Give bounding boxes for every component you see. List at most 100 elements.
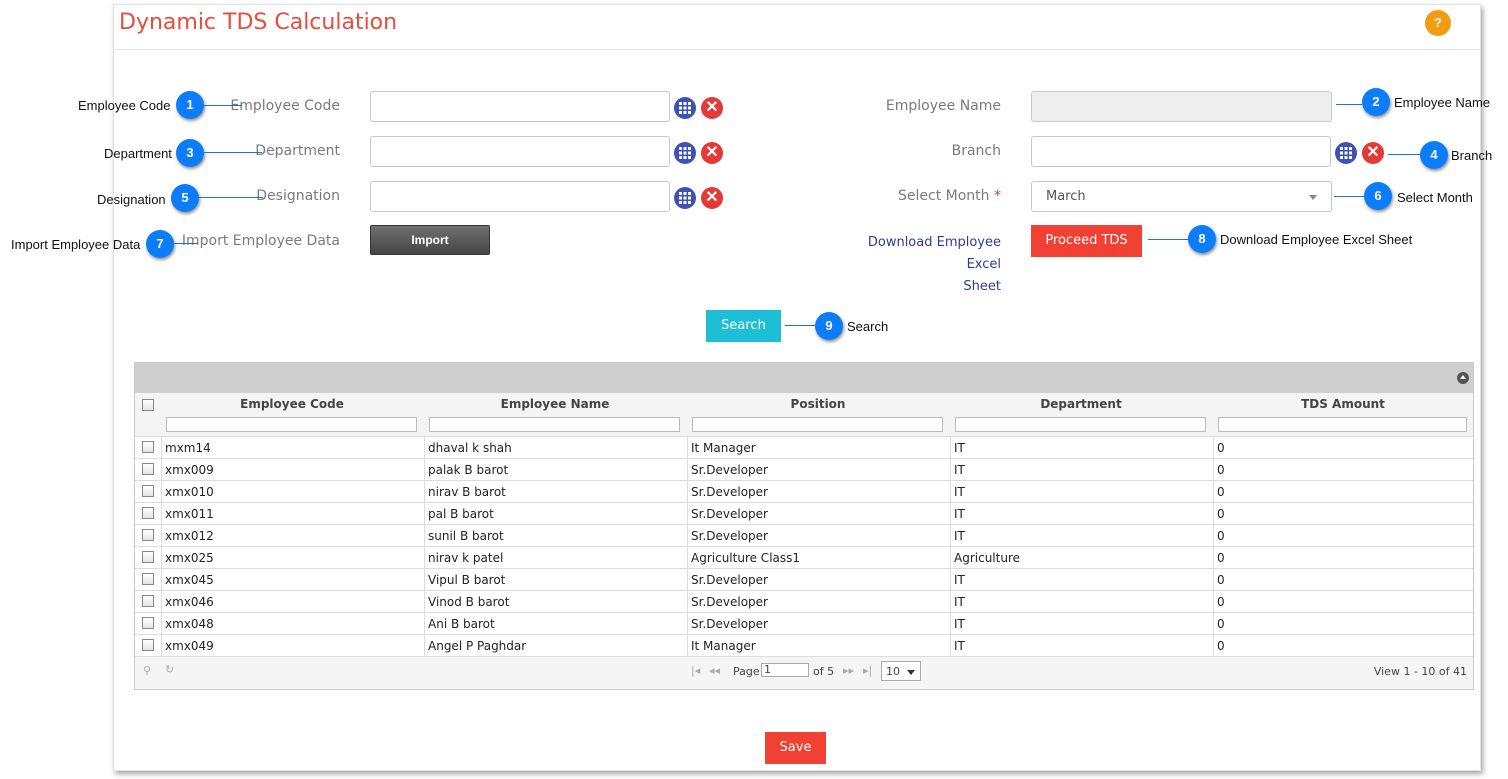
cell-position: Sr.Developer <box>687 503 950 525</box>
row-checkbox[interactable] <box>142 617 154 629</box>
cell-department: IT <box>950 481 1213 503</box>
department-clear-button[interactable]: ✕ <box>701 142 723 164</box>
col-header-tds-amount[interactable]: TDS Amount <box>1213 397 1473 411</box>
col-header-employee-code[interactable]: Employee Code <box>161 397 423 411</box>
table-row[interactable]: xmx011 pal B barot Sr.Developer IT 0 <box>135 503 1473 525</box>
row-checkbox[interactable] <box>142 441 154 453</box>
designation-clear-button[interactable]: ✕ <box>701 187 723 209</box>
filter-employee-code[interactable] <box>166 417 417 432</box>
row-checkbox[interactable] <box>142 529 154 541</box>
callout-line-2 <box>1336 104 1362 105</box>
collapse-icon[interactable] <box>1457 372 1469 384</box>
table-row[interactable]: xmx012 sunil B barot Sr.Developer IT 0 <box>135 525 1473 547</box>
table-row[interactable]: mxm14 dhaval k shah It Manager IT 0 <box>135 437 1473 459</box>
cell-employee-name: nirav B barot <box>424 481 687 503</box>
select-month-label: Select Month * <box>860 188 1001 204</box>
branch-lookup-button[interactable] <box>1335 142 1357 164</box>
row-checkbox[interactable] <box>142 595 154 607</box>
callout-line-1 <box>204 105 242 106</box>
branch-label: Branch <box>951 143 1001 159</box>
download-employee-excel-link[interactable]: Download Employee Excel Sheet <box>830 232 1001 298</box>
row-checkbox[interactable] <box>142 573 154 585</box>
designation-lookup-button[interactable] <box>674 187 696 209</box>
employee-code-clear-button[interactable]: ✕ <box>701 97 723 119</box>
cell-position: It Manager <box>687 437 950 459</box>
department-input[interactable] <box>370 136 670 167</box>
row-checkbox[interactable] <box>142 507 154 519</box>
branch-clear-button[interactable]: ✕ <box>1362 142 1384 164</box>
select-month-dropdown[interactable]: March <box>1031 181 1332 212</box>
page-count-label: of 5 <box>813 665 835 678</box>
callout-badge-1: 1 <box>176 91 204 119</box>
cell-department: IT <box>950 635 1213 657</box>
search-icon[interactable]: ⚲ <box>143 664 151 677</box>
save-button[interactable]: Save <box>765 732 826 764</box>
cell-department: Agriculture <box>950 547 1213 569</box>
callout-badge-5: 5 <box>171 184 199 212</box>
callout-badge-7: 7 <box>146 230 174 258</box>
table-row[interactable]: xmx010 nirav B barot Sr.Developer IT 0 <box>135 481 1473 503</box>
row-checkbox[interactable] <box>142 463 154 475</box>
col-header-position[interactable]: Position <box>687 397 949 411</box>
select-month-value: March <box>1046 189 1086 204</box>
page-size-select[interactable]: 10 <box>881 661 921 681</box>
next-page-icon[interactable]: ▸▸ <box>843 664 854 677</box>
cell-employee-name: sunil B barot <box>424 525 687 547</box>
cell-employee-name: palak B barot <box>424 459 687 481</box>
cell-department: IT <box>950 591 1213 613</box>
page-number-input[interactable]: 1 <box>761 663 809 677</box>
search-button[interactable]: Search <box>706 310 781 342</box>
filter-tds-amount[interactable] <box>1218 417 1467 432</box>
branch-input[interactable] <box>1031 136 1331 167</box>
refresh-icon[interactable]: ↻ <box>165 663 174 676</box>
row-checkbox[interactable] <box>142 551 154 563</box>
row-checkbox[interactable] <box>142 639 154 651</box>
department-lookup-button[interactable] <box>674 142 696 164</box>
cell-employee-code: xmx046 <box>161 591 424 613</box>
grid-icon <box>679 147 691 159</box>
close-icon: ✕ <box>705 99 719 116</box>
callout-line-5 <box>199 197 263 198</box>
cell-employee-code: xmx009 <box>161 459 424 481</box>
select-all-checkbox[interactable] <box>142 399 154 411</box>
grid-icon <box>679 192 691 204</box>
col-header-employee-name[interactable]: Employee Name <box>424 397 686 411</box>
close-icon: ✕ <box>1366 144 1380 161</box>
grid-pager: ⚲ ↻ |◂ ◂◂ Page 1 of 5 ▸▸ ▸| 10 View 1 - … <box>135 657 1473 685</box>
proceed-tds-button[interactable]: Proceed TDS <box>1031 225 1142 257</box>
designation-input[interactable] <box>370 181 670 212</box>
callout-text-5: Designation <box>97 192 166 207</box>
grid-header: Employee Code Employee Name Position Dep… <box>135 393 1473 437</box>
callout-text-9: Search <box>847 319 889 334</box>
row-checkbox[interactable] <box>142 485 154 497</box>
employee-code-lookup-button[interactable] <box>674 97 696 119</box>
title-divider <box>114 49 1480 50</box>
page-label: Page <box>733 665 760 678</box>
cell-tds-amount: 0 <box>1213 503 1473 525</box>
filter-position[interactable] <box>692 417 943 432</box>
table-row[interactable]: xmx046 Vinod B barot Sr.Developer IT 0 <box>135 591 1473 613</box>
filter-employee-name[interactable] <box>429 417 680 432</box>
filter-department[interactable] <box>955 417 1206 432</box>
prev-page-icon[interactable]: ◂◂ <box>709 664 720 677</box>
employee-code-input[interactable] <box>370 91 670 122</box>
table-row[interactable]: xmx049 Angel P Paghdar It Manager IT 0 <box>135 635 1473 657</box>
help-button[interactable]: ? <box>1425 10 1451 36</box>
close-icon: ✕ <box>705 189 719 206</box>
cell-tds-amount: 0 <box>1213 547 1473 569</box>
last-page-icon[interactable]: ▸| <box>863 664 872 677</box>
cell-tds-amount: 0 <box>1213 525 1473 547</box>
col-header-department[interactable]: Department <box>950 397 1212 411</box>
cell-department: IT <box>950 503 1213 525</box>
callout-text-2: Employee Name <box>1394 95 1491 110</box>
table-row[interactable]: xmx045 Vipul B barot Sr.Developer IT 0 <box>135 569 1473 591</box>
table-row[interactable]: xmx048 Ani B barot Sr.Developer IT 0 <box>135 613 1473 635</box>
import-button[interactable]: Import <box>370 225 490 255</box>
table-row[interactable]: xmx025 nirav k patel Agriculture Class1 Agr… <box>135 547 1473 569</box>
cell-employee-name: Ani B barot <box>424 613 687 635</box>
callout-text-1: Employee Code <box>78 98 171 113</box>
callout-text-8: Download Employee Excel Sheet <box>1220 232 1413 247</box>
first-page-icon[interactable]: |◂ <box>691 664 700 677</box>
callout-line-6 <box>1334 196 1364 197</box>
table-row[interactable]: xmx009 palak B barot Sr.Developer IT 0 <box>135 459 1473 481</box>
